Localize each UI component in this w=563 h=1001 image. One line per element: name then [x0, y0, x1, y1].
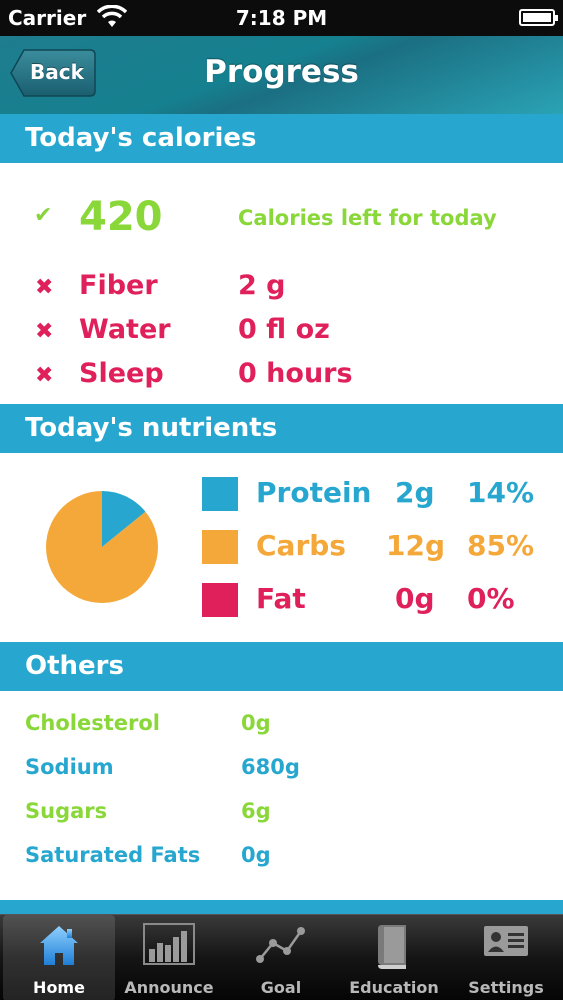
book-icon — [378, 925, 406, 969]
tab-education-label: Education — [349, 978, 439, 997]
check-icon: ✔ — [34, 203, 53, 228]
nutrients-section-header: Today's nutrients — [0, 404, 563, 453]
carbs-amount: 12g — [386, 529, 446, 562]
water-label: Water — [79, 314, 171, 345]
cholesterol-value: 0g — [241, 711, 271, 735]
nutrients-pie-chart — [46, 491, 159, 603]
tab-bar: Home Announce Goal Education Settings — [0, 914, 563, 1001]
page-title: Progress — [204, 54, 359, 90]
tab-home-label: Home — [33, 978, 85, 997]
tab-goal-label: Goal — [260, 978, 302, 997]
protein-amount: 2g — [395, 476, 435, 509]
sodium-label: Sodium — [25, 755, 114, 779]
line-graph-icon — [256, 927, 305, 963]
fat-swatch — [202, 583, 238, 617]
cross-icon: ✖ — [35, 319, 54, 344]
protein-swatch — [202, 477, 238, 511]
tab-announce-label: Announce — [124, 978, 214, 997]
bar-chart-icon — [143, 923, 195, 965]
sleep-value: 0 hours — [238, 358, 353, 389]
tab-education[interactable]: Education — [338, 915, 450, 1001]
carbs-label: Carbs — [256, 529, 346, 562]
tab-home[interactable]: Home — [3, 915, 115, 1001]
tab-settings[interactable]: Settings — [450, 915, 562, 1001]
calories-value: 420 — [79, 194, 163, 240]
water-value: 0 fl oz — [238, 314, 330, 345]
status-time: 7:18 PM — [235, 6, 328, 30]
protein-label: Protein — [256, 476, 372, 509]
home-icon — [40, 926, 78, 965]
sleep-label: Sleep — [79, 358, 164, 389]
fat-label: Fat — [256, 582, 306, 615]
fiber-label: Fiber — [79, 270, 158, 301]
status-bar: Carrier 7:18 PM — [0, 0, 563, 36]
carbs-percent: 85% — [467, 529, 535, 562]
section-divider — [0, 900, 563, 914]
cross-icon: ✖ — [35, 363, 54, 388]
sugars-value: 6g — [241, 799, 271, 823]
sugars-label: Sugars — [25, 799, 108, 823]
fat-amount: 0g — [395, 582, 435, 615]
calories-section-header: Today's calories — [0, 114, 563, 163]
navigation-bar: Back Progress — [0, 36, 563, 114]
fiber-value: 2 g — [238, 270, 286, 301]
tab-announce[interactable]: Announce — [113, 915, 225, 1001]
fat-percent: 0% — [467, 582, 515, 615]
tab-goal[interactable]: Goal — [225, 915, 337, 1001]
sodium-value: 680g — [241, 755, 300, 779]
saturated-fats-label: Saturated Fats — [25, 843, 201, 867]
others-section-header: Others — [0, 642, 563, 691]
carbs-swatch — [202, 530, 238, 564]
tab-settings-label: Settings — [468, 978, 544, 997]
battery-icon — [519, 9, 558, 26]
cross-icon: ✖ — [35, 275, 54, 300]
saturated-fats-value: 0g — [241, 843, 271, 867]
protein-percent: 14% — [467, 476, 535, 509]
cholesterol-label: Cholesterol — [25, 711, 160, 735]
id-card-icon — [484, 926, 528, 956]
calories-left-label: Calories left for today — [238, 206, 497, 230]
